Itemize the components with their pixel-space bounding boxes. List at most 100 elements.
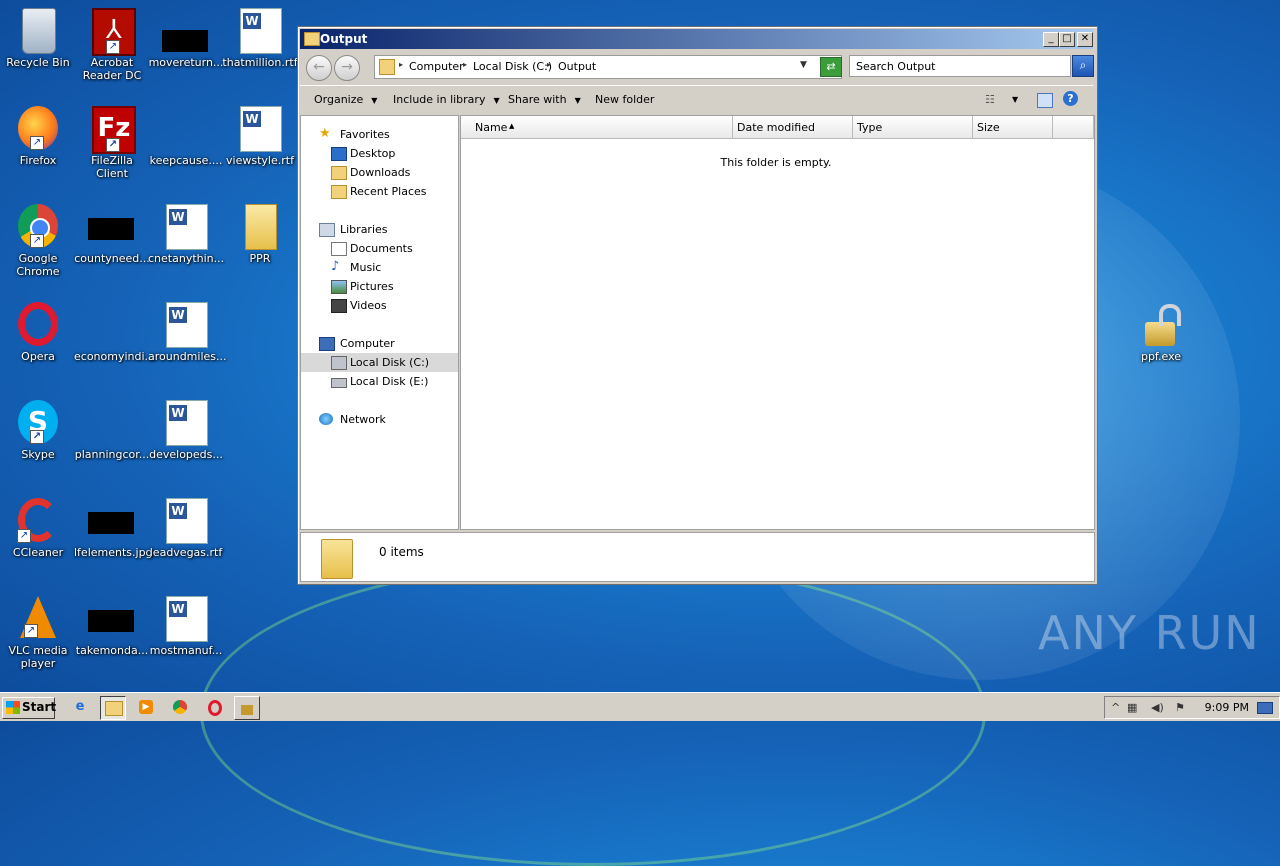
navigation-pane: ★ Favorites Desktop Downloads Recent Pla… <box>300 115 459 530</box>
breadcrumb-local-disk[interactable]: Local Disk (C:) <box>473 60 552 73</box>
file-list-pane[interactable]: Name ▲ Date modified Type Size This fold… <box>460 115 1095 530</box>
shortcut-arrow-icon: ↗ <box>30 136 44 150</box>
network-icon <box>319 413 333 425</box>
desktop-icon-recycle-bin[interactable]: Recycle Bin <box>0 0 76 90</box>
address-box[interactable]: ▸ Computer ▸ Local Disk (C:) ▸ Output ▼ <box>374 55 842 79</box>
desktop-icon-takemonda[interactable]: takemonda... <box>74 588 150 678</box>
word-document-icon: W <box>240 106 282 152</box>
desktop-icon-filezilla[interactable]: Fz ↗ FileZilla Client <box>74 98 150 188</box>
nav-downloads[interactable]: Downloads <box>301 163 458 182</box>
desktop-icon-movereturn[interactable]: movereturn... <box>148 0 224 90</box>
nav-documents[interactable]: Documents <box>301 239 458 258</box>
window-titlebar[interactable]: Output _ □ ✕ <box>300 29 1093 49</box>
desktop-icon-opera[interactable]: Opera <box>0 294 76 384</box>
desktop-icon-google-chrome[interactable]: ↗ Google Chrome <box>0 196 76 286</box>
nav-pictures[interactable]: Pictures <box>301 277 458 296</box>
breadcrumb-arrow-icon[interactable]: ▸ <box>399 60 403 69</box>
opera-taskbar-icon[interactable] <box>202 696 226 718</box>
nav-videos[interactable]: Videos <box>301 296 458 315</box>
view-options-icon[interactable]: ☷ <box>985 93 995 106</box>
flag-icon[interactable]: ⚑ <box>1175 701 1185 714</box>
command-bar: Organize ▼ Include in library ▼ Share with… <box>300 85 1093 114</box>
show-hidden-icons-icon[interactable]: ^ <box>1111 701 1120 714</box>
desktop-icon-mostmanuf[interactable]: W mostmanuf... <box>148 588 224 678</box>
address-dropdown-icon[interactable]: ▼ <box>800 60 807 70</box>
sort-ascending-icon: ▲ <box>509 122 515 130</box>
folder-icon <box>379 59 395 75</box>
desktop-icon-thatmillion[interactable]: W thatmillion.rtf <box>222 0 298 90</box>
desktop-icon-vlc[interactable]: ↗ VLC media player <box>0 588 76 678</box>
acrobat-icon: ⅄ ↗ <box>92 8 136 56</box>
breadcrumb-output[interactable]: Output <box>558 60 596 73</box>
windows-logo-icon <box>6 701 20 714</box>
desktop-icon-cnetanythin[interactable]: W cnetanythin... <box>148 196 224 286</box>
breadcrumb-arrow-icon[interactable]: ▸ <box>547 60 551 69</box>
desktop-icon-keepcause[interactable]: keepcause.... <box>148 98 224 188</box>
desktop-icon-leadvegas[interactable]: W leadvegas.rtf <box>148 490 224 580</box>
media-player-icon[interactable]: ▶ <box>134 696 158 718</box>
nav-local-disk-e[interactable]: Local Disk (E:) <box>301 372 458 391</box>
shortcut-arrow-icon: ↗ <box>17 529 31 543</box>
include-in-library-button[interactable]: Include in library ▼ <box>393 93 500 106</box>
pictures-icon <box>331 280 347 294</box>
volume-icon[interactable]: ◀) <box>1151 701 1164 714</box>
column-header-size[interactable]: Size <box>973 116 1053 139</box>
desktop-icon-viewstyle[interactable]: W viewstyle.rtf <box>222 98 298 188</box>
internet-explorer-icon[interactable]: e <box>68 696 92 718</box>
chrome-taskbar-icon[interactable] <box>168 696 192 718</box>
preview-pane-icon[interactable] <box>1037 93 1053 108</box>
refresh-button[interactable]: ⇄ <box>820 57 842 77</box>
close-button[interactable]: ✕ <box>1077 32 1093 47</box>
explorer-window[interactable]: Output _ □ ✕ ← → ▸ Computer ▸ Local Disk… <box>297 26 1098 585</box>
view-dropdown-icon[interactable]: ▼ <box>1012 95 1018 104</box>
show-desktop-icon[interactable] <box>1257 702 1273 714</box>
system-tray: ^ ▦ ◀) ⚑ 9:09 PM <box>1104 696 1280 719</box>
desktop-icon-lfelements[interactable]: lfelements.jpg <box>74 490 153 580</box>
nav-favorites[interactable]: ★ Favorites <box>301 125 458 144</box>
ppf-taskbar-icon[interactable] <box>234 696 260 720</box>
desktop-icon-skype[interactable]: S ↗ Skype <box>0 392 76 482</box>
organize-button[interactable]: Organize ▼ <box>314 93 377 106</box>
action-center-icon[interactable]: ▦ <box>1127 701 1137 714</box>
nav-desktop[interactable]: Desktop <box>301 144 458 163</box>
nav-network[interactable]: Network <box>301 410 458 429</box>
desktop-icon <box>331 147 347 161</box>
column-header-name[interactable]: Name ▲ <box>461 116 733 139</box>
maximize-button[interactable]: □ <box>1059 32 1075 47</box>
desktop-icon-aroundmiles[interactable]: W aroundmiles... <box>148 294 227 384</box>
clock[interactable]: 9:09 PM <box>1205 701 1249 714</box>
word-document-icon: W <box>240 8 282 54</box>
desktop-icon-ccleaner[interactable]: ↗ CCleaner <box>0 490 76 580</box>
desktop-icon-ppf-exe[interactable]: ppf.exe <box>1123 294 1199 384</box>
recent-places-icon <box>331 185 347 199</box>
desktop-icon-firefox[interactable]: ↗ Firefox <box>0 98 76 188</box>
nav-music[interactable]: ♪ Music <box>301 258 458 277</box>
search-input[interactable]: Search Output <box>849 55 1071 77</box>
desktop-icon-acrobat[interactable]: ⅄ ↗ Acrobat Reader DC <box>74 0 150 90</box>
desktop-icon-planningcor[interactable]: planningcor... <box>74 392 150 482</box>
forward-button[interactable]: → <box>334 55 360 81</box>
explorer-taskbar-icon[interactable] <box>100 696 126 720</box>
search-icon[interactable]: ⌕ <box>1072 55 1094 77</box>
breadcrumb-computer[interactable]: Computer <box>409 60 464 73</box>
redacted-thumbnail-icon <box>88 512 134 534</box>
folder-icon <box>304 32 320 46</box>
help-icon[interactable]: ? <box>1063 91 1078 106</box>
desktop-icon-developeds[interactable]: W developeds... <box>148 392 224 482</box>
nav-computer[interactable]: Computer <box>301 334 458 353</box>
column-header-date-modified[interactable]: Date modified <box>733 116 853 139</box>
new-folder-button[interactable]: New folder <box>595 93 654 106</box>
share-with-button[interactable]: Share with ▼ <box>508 93 581 106</box>
computer-icon <box>319 337 335 351</box>
desktop-icon-countyneed[interactable]: countyneed... <box>74 196 150 286</box>
nav-local-disk-c[interactable]: Local Disk (C:) <box>301 353 458 372</box>
back-button[interactable]: ← <box>306 55 332 81</box>
column-header-type[interactable]: Type <box>853 116 973 139</box>
desktop-icon-economyindi[interactable]: economyindi... <box>74 294 155 384</box>
desktop-icon-ppr[interactable]: PPR <box>222 196 298 286</box>
breadcrumb-arrow-icon[interactable]: ▸ <box>463 60 467 69</box>
minimize-button[interactable]: _ <box>1043 32 1059 47</box>
start-button[interactable]: Start <box>2 697 56 719</box>
nav-recent-places[interactable]: Recent Places <box>301 182 458 201</box>
nav-libraries[interactable]: Libraries <box>301 220 458 239</box>
